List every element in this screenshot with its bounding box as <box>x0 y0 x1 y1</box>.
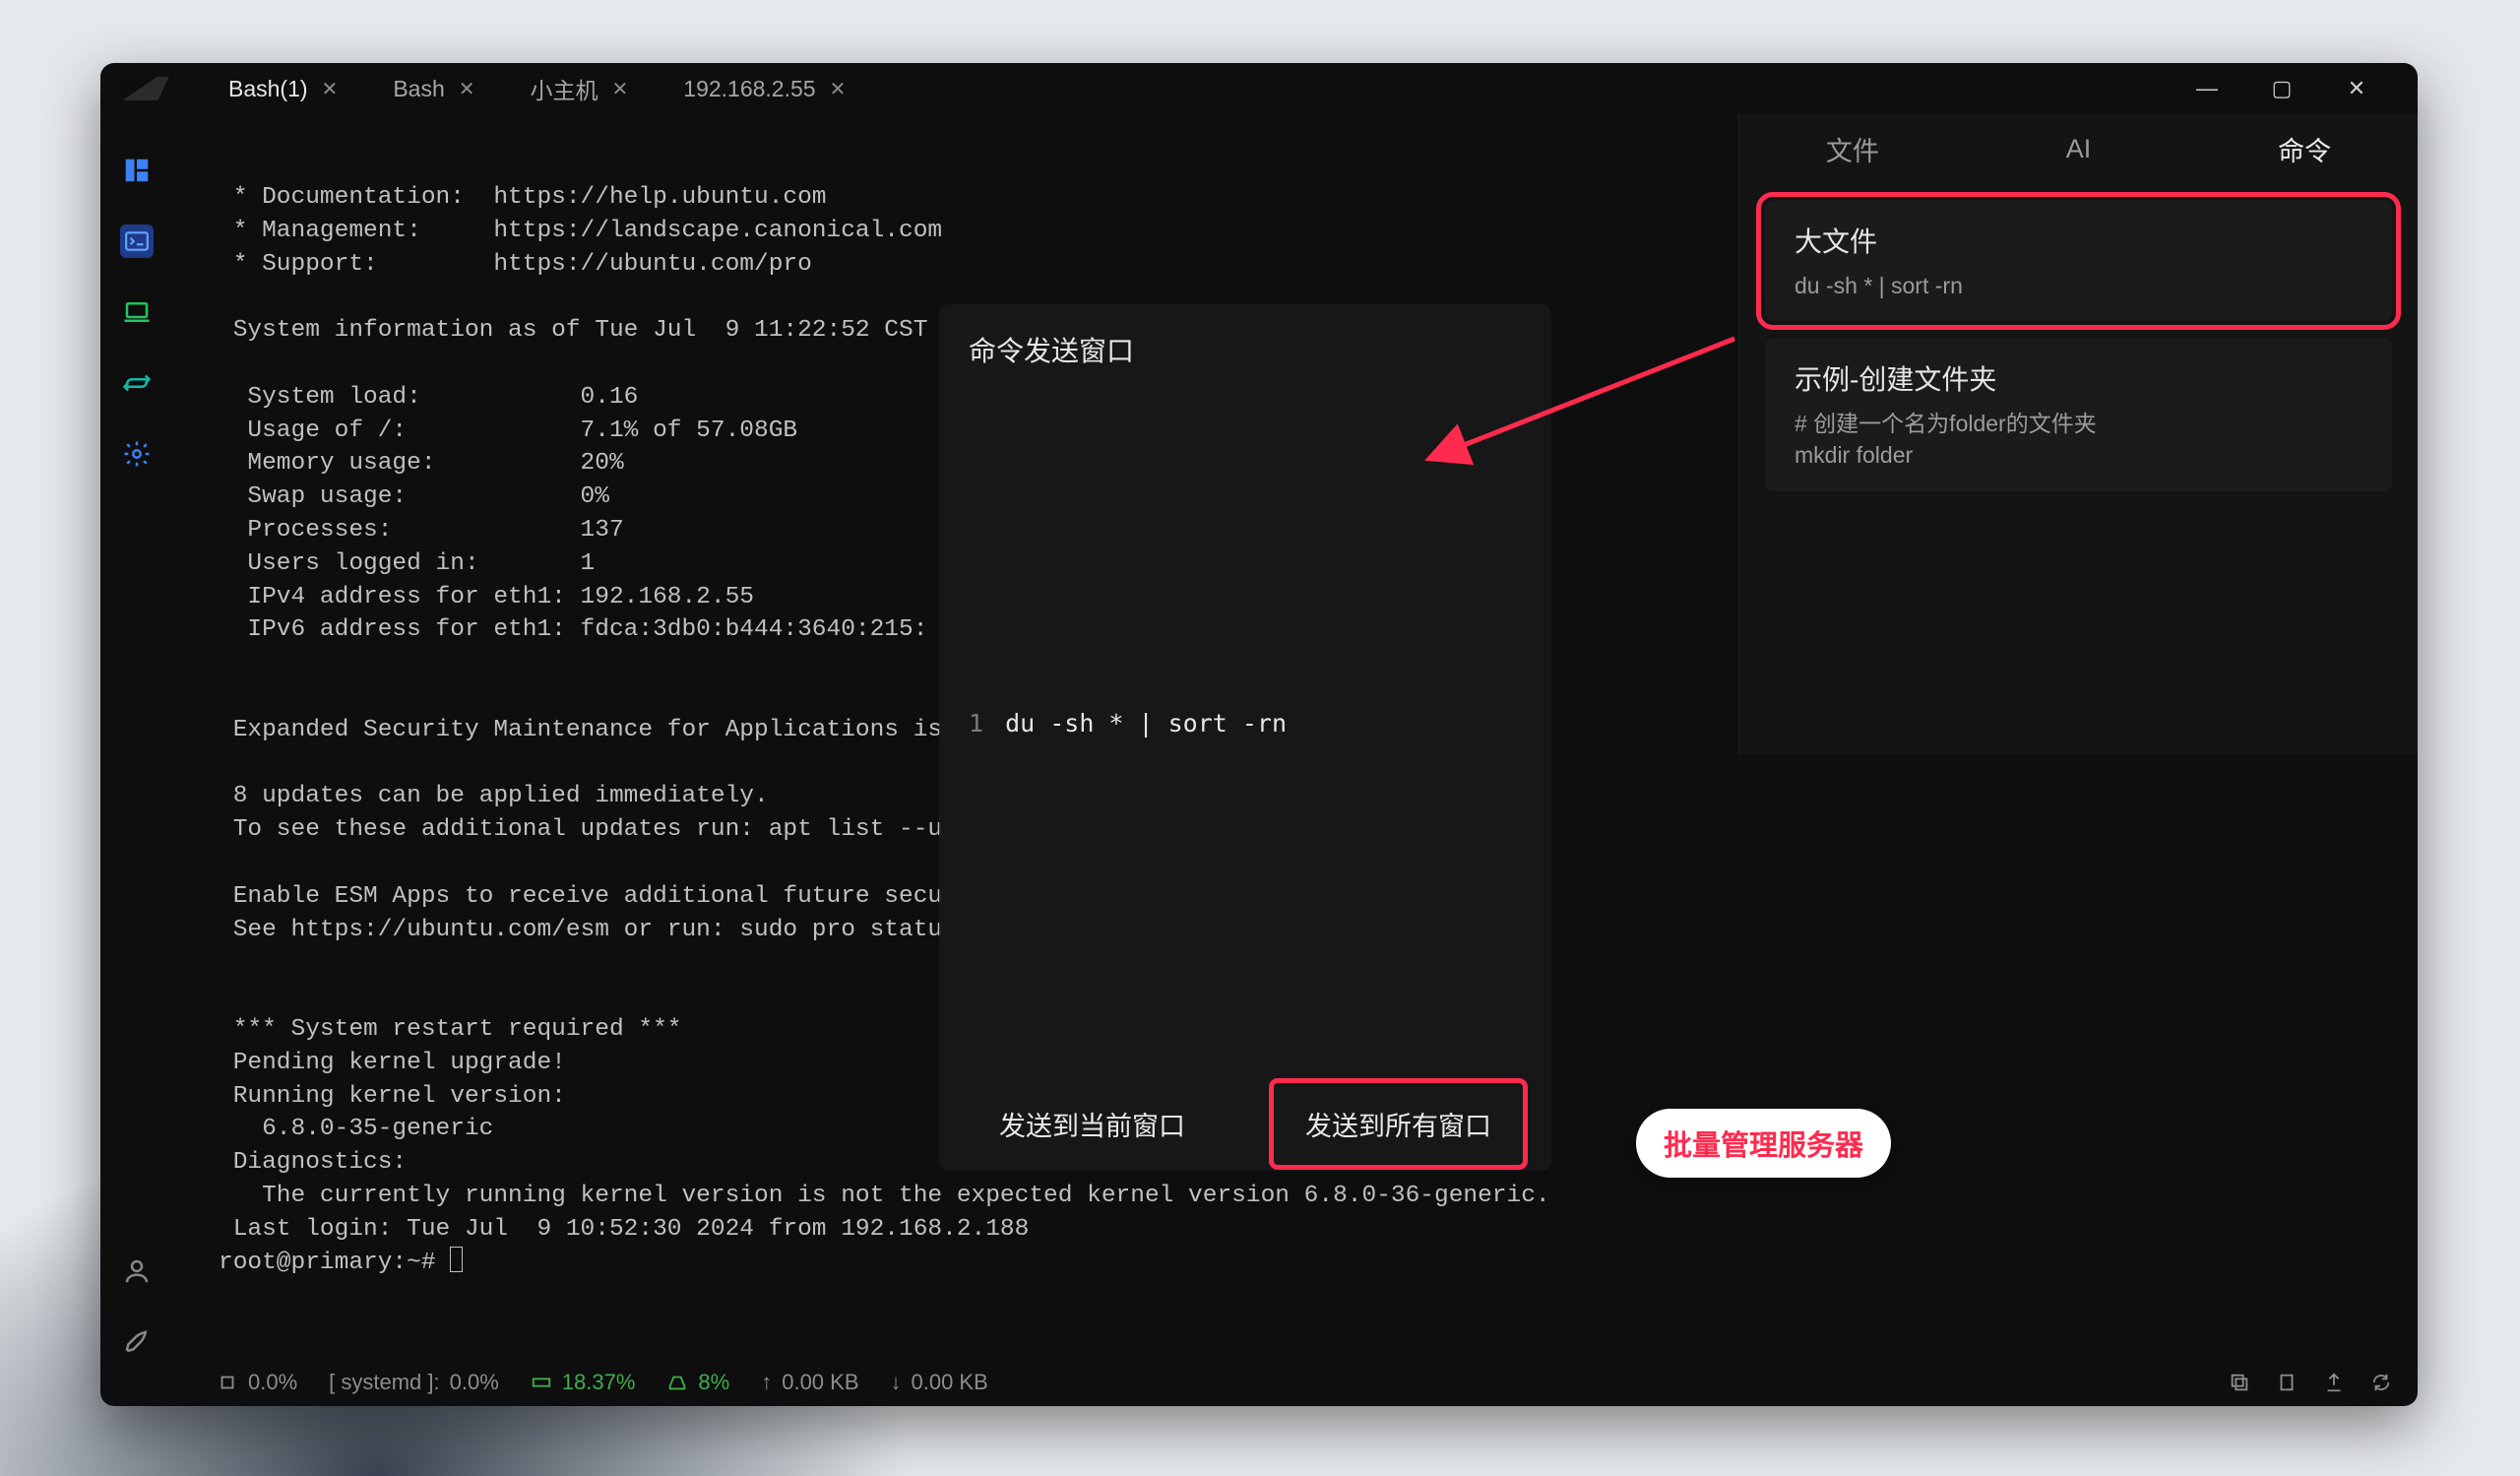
tab-label: Bash <box>393 76 444 102</box>
refresh-icon[interactable] <box>2370 1372 2392 1393</box>
maximize-button[interactable]: ▢ <box>2268 76 2296 101</box>
close-icon[interactable]: ✕ <box>459 77 475 101</box>
tab-label: 小主机 <box>531 72 598 105</box>
rocket-icon[interactable] <box>120 1325 154 1359</box>
status-value: 0.00 KB <box>782 1370 858 1395</box>
clipboard-icon[interactable] <box>2276 1372 2298 1393</box>
statusbar: 0.0% [ systemd ]: 0.0% 18.37% 8% ↑ 0.00 … <box>100 1359 2418 1406</box>
status-memory: 18.37% <box>531 1370 636 1395</box>
status-value: 18.37% <box>562 1370 636 1395</box>
tab-bash[interactable]: Bash ✕ <box>365 63 502 114</box>
cpu-icon <box>217 1372 238 1393</box>
line-number: 1 <box>969 709 983 738</box>
app-logo <box>110 77 168 100</box>
minimize-button[interactable]: — <box>2193 76 2221 101</box>
prompt: root@primary:~# <box>219 1250 450 1276</box>
tab-label: Bash(1) <box>228 76 308 102</box>
arrow-up-icon: ↑ <box>761 1370 772 1395</box>
terminal-icon[interactable] <box>120 225 154 258</box>
upload-icon[interactable] <box>2323 1372 2345 1393</box>
cmd-subtitle: # 创建一个名为folder的文件夹 mkdir folder <box>1795 408 2362 471</box>
dialog-body: 1 du -sh * | sort -rn <box>939 369 1551 1077</box>
status-value: 0.0% <box>248 1370 297 1395</box>
status-upload: ↑ 0.00 KB <box>761 1370 858 1395</box>
layout-icon[interactable] <box>120 154 154 187</box>
tab-ip[interactable]: 192.168.2.55 ✕ <box>656 63 873 114</box>
disk-icon <box>666 1372 688 1393</box>
left-rail <box>100 114 173 1359</box>
sync-icon[interactable] <box>120 366 154 400</box>
window-controls: — ▢ ✕ <box>2193 76 2418 101</box>
cmd-card-example[interactable]: 示例-创建文件夹 # 创建一个名为folder的文件夹 mkdir folder <box>1765 339 2392 490</box>
code-text: du -sh * | sort -rn <box>1005 709 1287 738</box>
cmd-subtitle: du -sh * | sort -rn <box>1795 270 2362 301</box>
copy-icon[interactable] <box>2229 1372 2250 1393</box>
status-value: 0.0% <box>450 1370 499 1395</box>
tab-host[interactable]: 小主机 ✕ <box>503 63 657 114</box>
status-label: [ systemd ]: <box>329 1370 439 1395</box>
code-line[interactable]: 1 du -sh * | sort -rn <box>939 709 1316 738</box>
cmd-title: 大文件 <box>1795 221 2362 260</box>
close-icon[interactable]: ✕ <box>612 77 629 101</box>
side-tab-ai[interactable]: AI <box>1966 134 2192 164</box>
tab-bash-1[interactable]: Bash(1) ✕ <box>201 63 365 114</box>
cursor <box>450 1247 463 1272</box>
side-panel: 文件 AI 命令 大文件 du -sh * | sort -rn 示例-创建文件… <box>1738 114 2418 754</box>
status-value: 0.00 KB <box>912 1370 988 1395</box>
status-cpu: 0.0% <box>217 1370 297 1395</box>
dialog-title: 命令发送窗口 <box>939 304 1551 369</box>
send-current-button[interactable]: 发送到当前窗口 <box>968 1083 1217 1165</box>
close-icon[interactable]: ✕ <box>322 77 339 101</box>
tab-strip: Bash(1) ✕ Bash ✕ 小主机 ✕ 192.168.2.55 ✕ <box>201 63 873 114</box>
command-send-dialog: 命令发送窗口 1 du -sh * | sort -rn 发送到当前窗口 发送到… <box>939 304 1551 1171</box>
arrow-down-icon: ↓ <box>891 1370 902 1395</box>
tab-label: 192.168.2.55 <box>683 76 815 102</box>
annotation-bubble: 批量管理服务器 <box>1636 1109 1891 1178</box>
side-tab-file[interactable]: 文件 <box>1739 130 1966 168</box>
memory-icon <box>531 1372 552 1393</box>
app-window: Bash(1) ✕ Bash ✕ 小主机 ✕ 192.168.2.55 ✕ — … <box>100 63 2418 1406</box>
side-tab-cmd[interactable]: 命令 <box>2191 130 2418 168</box>
user-icon[interactable] <box>120 1254 154 1288</box>
cmd-title: 示例-创建文件夹 <box>1795 358 2362 398</box>
status-disk: 8% <box>666 1370 729 1395</box>
cmd-card-bigfile[interactable]: 大文件 du -sh * | sort -rn <box>1765 201 2392 321</box>
status-systemd: [ systemd ]: 0.0% <box>329 1370 499 1395</box>
titlebar: Bash(1) ✕ Bash ✕ 小主机 ✕ 192.168.2.55 ✕ — … <box>100 63 2418 114</box>
side-content: 大文件 du -sh * | sort -rn 示例-创建文件夹 # 创建一个名… <box>1739 183 2418 521</box>
close-icon[interactable]: ✕ <box>830 77 847 101</box>
status-download: ↓ 0.00 KB <box>891 1370 988 1395</box>
status-value: 8% <box>698 1370 729 1395</box>
side-tabs: 文件 AI 命令 <box>1739 114 2418 183</box>
close-button[interactable]: ✕ <box>2343 76 2370 101</box>
dialog-actions: 发送到当前窗口 发送到所有窗口 <box>939 1077 1551 1171</box>
send-all-button[interactable]: 发送到所有窗口 <box>1274 1083 1523 1165</box>
laptop-icon[interactable] <box>120 295 154 329</box>
gear-icon[interactable] <box>120 437 154 471</box>
